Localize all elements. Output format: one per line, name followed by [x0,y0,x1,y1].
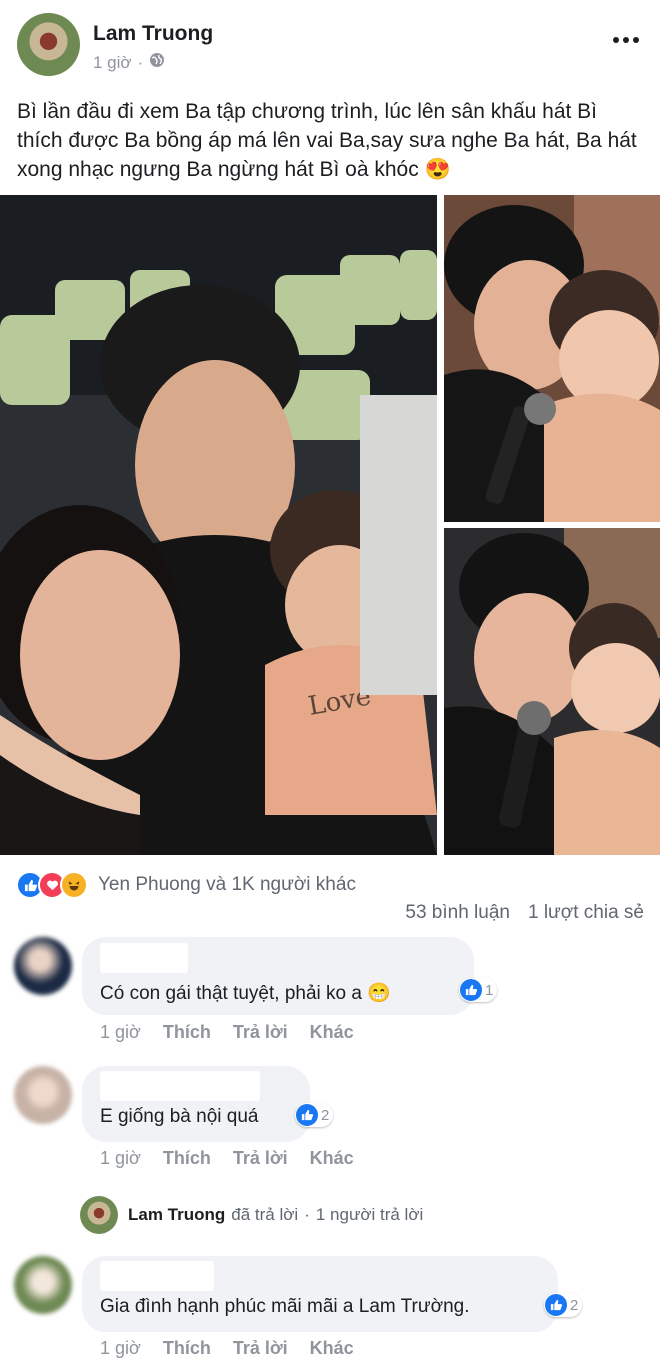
reply-action: đã trả lời [231,1205,299,1224]
post-meta: 1 giờ · [93,52,165,73]
comment-like-badge[interactable]: 1 [459,978,498,1002]
comment-actions: 1 giờ Thích Trả lời Khác [100,1338,354,1359]
comment-time[interactable]: 1 giờ [100,1022,141,1043]
reactions-summary[interactable]: Yen Phuong và 1K người khác [98,874,356,896]
more-options-button[interactable] [606,26,646,54]
globe-icon [149,52,165,73]
more-comment-button[interactable]: Khác [310,1022,354,1043]
reply-comment-button[interactable]: Trả lời [233,1022,288,1043]
like-icon [545,1294,567,1316]
comments-count[interactable]: 53 bình luận [405,902,510,924]
reply-comment-button[interactable]: Trả lời [233,1148,288,1169]
comment-time[interactable]: 1 giờ [100,1148,141,1169]
photo-top-right[interactable] [444,195,660,522]
reply-summary[interactable]: Lam Truong đã trả lời · 1 người trả lời [80,1196,423,1234]
replier-avatar [80,1196,118,1234]
like-comment-button[interactable]: Thích [163,1338,211,1359]
commenter-name-redacted [100,943,188,973]
reactions-bar[interactable]: Yen Phuong và 1K người khác [16,871,356,899]
more-comment-button[interactable]: Khác [310,1338,354,1359]
photo-bottom-right[interactable] [444,528,660,855]
comment-like-badge[interactable]: 2 [295,1103,334,1127]
comment-like-badge[interactable]: 2 [544,1293,583,1317]
reply-count[interactable]: 1 người trả lời [316,1205,423,1225]
post-body: Bì lần đầu đi xem Ba tập chương trình, l… [17,100,637,181]
comment-time[interactable]: 1 giờ [100,1338,141,1359]
meta-separator: · [137,52,144,72]
comment-text: E giống bà nội quá [100,1106,259,1127]
author-name[interactable]: Lam Truong [93,22,213,46]
heart-eyes-emoji: 😍 [424,158,451,181]
comment-like-count: 2 [321,1106,330,1124]
comment-actions: 1 giờ Thích Trả lời Khác [100,1148,354,1169]
comment-text: Có con gái thật tuyệt, phải ko a 😁 [100,983,391,1004]
commenter-name-redacted [100,1261,214,1291]
like-icon [460,979,482,1001]
grin-emoji: 😁 [367,983,391,1004]
commenter-avatar[interactable] [14,1066,72,1124]
photo-main[interactable]: Love [0,195,437,855]
comment-like-count: 1 [485,981,494,999]
comment-actions: 1 giờ Thích Trả lời Khác [100,1022,354,1043]
haha-icon [60,871,88,899]
comment-text: Gia đình hạnh phúc mãi mãi a Lam Trường. [100,1296,470,1317]
like-comment-button[interactable]: Thích [163,1148,211,1169]
post-time[interactable]: 1 giờ [93,53,132,73]
comment-like-count: 2 [570,1296,579,1314]
more-comment-button[interactable]: Khác [310,1148,354,1169]
more-horizontal-icon [611,37,641,43]
replier-name[interactable]: Lam Truong [128,1205,225,1225]
commenter-avatar[interactable] [14,937,72,995]
commenter-name-redacted [100,1071,260,1101]
reply-comment-button[interactable]: Trả lời [233,1338,288,1359]
engagement-counts: 53 bình luận 1 lượt chia sẻ [405,902,644,924]
like-comment-button[interactable]: Thích [163,1022,211,1043]
like-icon [296,1104,318,1126]
commenter-avatar[interactable] [14,1256,72,1314]
post-text: Bì lần đầu đi xem Ba tập chương trình, l… [17,97,647,184]
author-avatar[interactable] [17,13,80,76]
shares-count[interactable]: 1 lượt chia sẻ [528,902,644,924]
reply-separator: · [304,1205,310,1224]
